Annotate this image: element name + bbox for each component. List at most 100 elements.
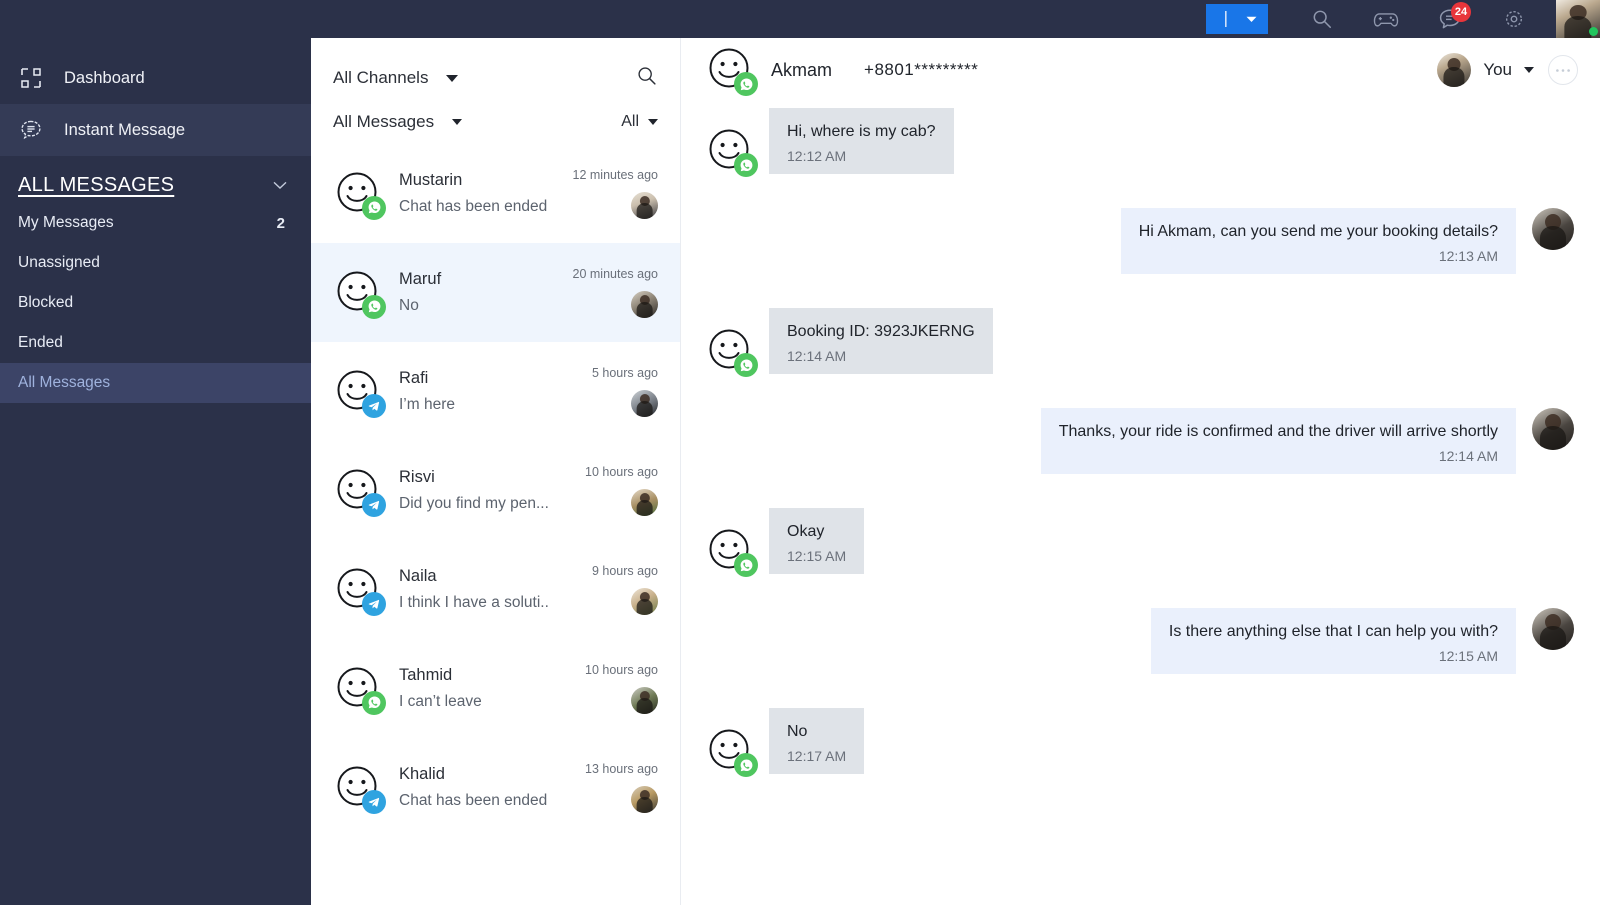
message-bubble[interactable]: Hi Akmam, can you send me your booking d… <box>1120 208 1516 274</box>
message-timestamp: 12:15 AM <box>787 548 847 564</box>
channel-filter-dropdown[interactable]: All Channels <box>333 68 459 88</box>
ellipsis-icon <box>1556 68 1570 72</box>
message-bubble[interactable]: Hi, where is my cab? 12:12 AM <box>769 108 954 174</box>
channel-filter-label: All Channels <box>333 68 429 87</box>
sidebar-item-dashboard[interactable]: Dashboard <box>0 52 311 104</box>
conversation-list-item[interactable]: Maruf No 20 minutes ago <box>311 243 680 342</box>
conversation-name: Naila <box>399 567 437 585</box>
conversation-list-item[interactable]: Risvi Did you find my pen... 10 hours ago <box>311 441 680 540</box>
conversation-timestamp: 9 hours ago <box>591 564 658 578</box>
unread-count: 2 <box>276 214 285 232</box>
conversation-list-panel: All Channels All Messages All Mustarin C… <box>311 38 681 905</box>
user-avatar[interactable] <box>1556 0 1600 38</box>
compose-icon <box>1224 11 1227 27</box>
conversation-name: Mustarin <box>399 171 463 189</box>
conversation-meta: 13 hours ago <box>585 762 658 813</box>
whatsapp-channel-badge <box>734 72 758 96</box>
sidebar-item-blocked[interactable]: Blocked <box>0 283 311 323</box>
conversation-list[interactable]: Mustarin Chat has been ended 12 minutes ag… <box>311 144 680 905</box>
conversation-summary: Rafi I’m here <box>399 369 592 414</box>
contact-name: Akmam <box>771 59 833 80</box>
conversation-timestamp: 10 hours ago <box>585 465 658 479</box>
avatar-body <box>1564 15 1592 38</box>
chevron-down-icon <box>648 119 658 125</box>
conversation-summary: Naila I think I have a soluti.. <box>399 567 592 612</box>
conversation-preview: I’m here <box>399 396 455 413</box>
conversation-preview: I can’t leave <box>399 693 482 710</box>
message-timestamp: 12:17 AM <box>787 748 847 764</box>
message-text: Thanks, your ride is confirmed and the d… <box>1058 423 1498 440</box>
sidebar-item-ended[interactable]: Ended <box>0 323 311 363</box>
gear-icon <box>1505 10 1523 28</box>
agent-message-avatar <box>1532 608 1574 650</box>
conversation-list-item[interactable]: Tahmid I can’t leave 10 hours ago <box>311 639 680 738</box>
chevron-down-icon[interactable] <box>273 178 287 193</box>
message-filter-row: All Messages All <box>333 100 658 144</box>
message-bubble[interactable]: Is there anything else that I can help y… <box>1150 608 1516 674</box>
assigned-agent-dropdown[interactable]: You <box>1437 53 1534 87</box>
message-bubble[interactable]: No 12:17 AM <box>769 708 865 774</box>
whatsapp-channel-badge <box>734 553 758 577</box>
conversation-list-item[interactable]: Mustarin Chat has been ended 12 minutes ag… <box>311 144 680 243</box>
message-sender-avatar <box>707 128 758 177</box>
sidebar-item-my-messages[interactable]: My Messages 2 <box>0 203 311 243</box>
conversation-preview: I think I have a soluti.. <box>399 594 549 611</box>
conversation-timestamp: 12 minutes ago <box>572 168 658 182</box>
all-messages-section-header[interactable]: ALL MESSAGES <box>0 156 311 203</box>
conversation-timestamp: 10 hours ago <box>585 663 658 677</box>
message-thread[interactable]: Hi, where is my cab? 12:12 AM Hi Akmam, ca… <box>681 102 1600 905</box>
conversation-meta: 20 minutes ago <box>573 267 658 318</box>
top-bar: 24 <box>0 0 1600 38</box>
game-controller-icon <box>1373 13 1399 27</box>
notification-badge: 24 <box>1451 2 1471 22</box>
message-bubble[interactable]: Thanks, your ride is confirmed and the d… <box>1040 408 1516 474</box>
game-controller-icon-button[interactable] <box>1363 0 1409 38</box>
outgoing-message-row: Hi Akmam, can you send me your booking d… <box>681 208 1600 274</box>
conversation-timestamp: 20 minutes ago <box>572 267 658 281</box>
message-timestamp: 12:15 AM <box>1438 648 1498 664</box>
conversation-summary: Khalid Chat has been ended <box>399 765 585 810</box>
dashboard-grid-icon <box>18 65 44 91</box>
conversation-search-button[interactable] <box>636 65 658 92</box>
conversation-list-item[interactable]: Rafi I’m here 5 hours ago <box>311 342 680 441</box>
sidebar-item-instant-message[interactable]: Instant Message <box>0 104 311 156</box>
sidebar-item-unassigned[interactable]: Unassigned <box>0 243 311 283</box>
assigned-agent-name: You <box>1483 60 1512 79</box>
conversation-list-item[interactable]: Khalid Chat has been ended 13 hours ago <box>311 738 680 837</box>
settings-icon-button[interactable] <box>1491 0 1537 38</box>
message-bubble[interactable]: Booking ID: 3923JKERNG 12:14 AM <box>769 308 993 374</box>
search-icon-button[interactable] <box>1299 0 1345 38</box>
message-filter-dropdown[interactable]: All Messages <box>333 112 463 132</box>
message-filter-label: All Messages <box>333 112 435 131</box>
sidebar-sub-label: Ended <box>18 334 63 351</box>
telegram-channel-badge <box>362 789 386 814</box>
message-sender-avatar <box>707 528 758 577</box>
conversation-summary: Maruf No <box>399 270 573 315</box>
compose-dropdown-button[interactable] <box>1206 4 1268 34</box>
more-options-button[interactable] <box>1548 55 1578 85</box>
agent-message-avatar <box>1532 408 1574 450</box>
chevron-down-icon <box>446 74 459 82</box>
message-timestamp: 12:13 AM <box>1438 248 1498 264</box>
agent-message-avatar <box>1532 208 1574 250</box>
conversation-preview: No <box>399 297 419 314</box>
contact-avatar <box>707 47 758 96</box>
sidebar-sub-label: My Messages <box>18 214 114 231</box>
telegram-channel-badge <box>362 591 386 616</box>
conversation-list-item[interactable]: Naila I think I have a soluti.. 9 hours ag… <box>311 540 680 639</box>
conversation-preview: Chat has been ended <box>399 792 548 809</box>
outgoing-message-row: Thanks, your ride is confirmed and the d… <box>681 408 1600 474</box>
conversation-name: Risvi <box>399 468 435 486</box>
whatsapp-channel-badge <box>362 195 386 220</box>
conversation-summary: Tahmid I can’t leave <box>399 666 585 711</box>
status-filter-label: All <box>621 113 639 130</box>
conversation-meta: 5 hours ago <box>592 366 658 417</box>
assigned-agent-avatar <box>631 588 658 615</box>
status-filter-dropdown[interactable]: All <box>621 113 658 131</box>
messages-icon-button[interactable]: 24 <box>1427 0 1473 38</box>
conversation-filters: All Channels All Messages All <box>311 38 680 144</box>
sidebar-item-all-messages[interactable]: All Messages <box>0 363 311 403</box>
incoming-message-row: Booking ID: 3923JKERNG 12:14 AM <box>681 308 1600 377</box>
message-bubble[interactable]: Okay 12:15 AM <box>769 508 865 574</box>
telegram-channel-badge <box>362 393 386 418</box>
